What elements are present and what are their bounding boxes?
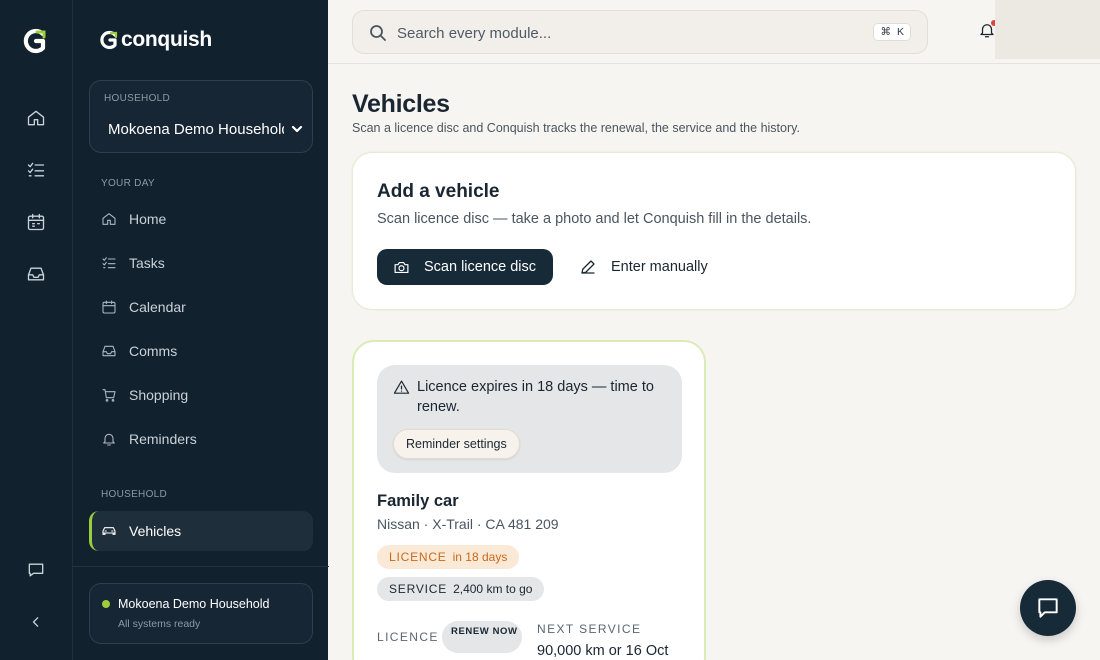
sidebar-item-vehicles[interactable]: Vehicles <box>89 511 313 551</box>
next-service-value: 90,000 km or 16 Oct <box>537 643 669 659</box>
chat-icon <box>28 563 44 577</box>
section-label-household: HOUSEHOLD <box>101 489 168 500</box>
system-status: All systems ready <box>118 618 201 630</box>
page-title: Vehicles <box>352 90 450 118</box>
bell-icon <box>103 433 115 446</box>
sidebar-item-shopping[interactable]: Shopping <box>89 375 313 415</box>
next-service-label: NEXT SERVICE <box>537 622 642 636</box>
sidebar-item-calendar[interactable]: Calendar <box>89 287 313 327</box>
vehicle-card[interactable]: Licence expires in 18 days — time to ren… <box>352 340 706 660</box>
alert-message: Licence expires in 18 days — time to ren… <box>417 379 654 415</box>
sidebar-item-label: Vehicles <box>129 523 182 539</box>
household-select-label: HOUSEHOLD <box>104 93 171 104</box>
shortcut-hint: ⌘ K <box>873 23 911 41</box>
topbar: ⌘ K <box>328 0 1100 64</box>
page-subtitle: Scan a licence disc and Conquish tracks … <box>352 121 800 135</box>
reminder-settings-button[interactable]: Reminder settings <box>393 429 520 459</box>
sidebar-item-home[interactable]: Home <box>89 199 313 239</box>
chat-icon <box>1038 598 1058 618</box>
service-status-chip: SERVICE 2,400 km to go <box>377 577 545 601</box>
profile-area[interactable] <box>995 0 1100 59</box>
tasks-icon <box>27 162 45 177</box>
sidebar-item-label: Reminders <box>129 431 197 447</box>
inbox-icon <box>27 267 45 281</box>
chip-key: SERVICE <box>389 582 448 596</box>
brand-name: conquish <box>121 28 212 51</box>
search-input[interactable] <box>397 21 817 45</box>
command-key: ⌘ <box>880 26 891 38</box>
car-icon <box>102 527 116 535</box>
rail-tasks-button[interactable] <box>24 158 48 182</box>
rail-collapse-button[interactable] <box>24 610 48 634</box>
enter-manually-label: Enter manually <box>611 259 708 275</box>
chip-key: LICENCE <box>389 550 447 564</box>
rail-inbox-button[interactable] <box>24 262 48 286</box>
chevron-left-icon <box>32 617 39 627</box>
sidebar-item-label: Comms <box>129 343 178 359</box>
inbox-icon <box>102 345 116 357</box>
home-icon <box>102 213 116 225</box>
calendar-icon <box>102 300 116 314</box>
licence-status-chip: LICENCE in 18 days <box>377 545 520 569</box>
status-dot <box>102 600 110 608</box>
household-select[interactable]: HOUSEHOLD Mokoena Demo Household <box>89 80 313 153</box>
shortcut-key: K <box>896 26 904 38</box>
pencil-icon <box>581 260 595 274</box>
search-bar[interactable]: ⌘ K <box>352 10 928 54</box>
sidebar-item-comms[interactable]: Comms <box>89 331 313 371</box>
add-vehicle-card: Add a vehicle Scan licence disc — take a… <box>352 152 1076 310</box>
home-icon <box>27 110 45 126</box>
conquish-logo-icon[interactable] <box>22 28 48 54</box>
scan-licence-disc-button[interactable]: Scan licence disc <box>377 249 553 285</box>
vehicle-meta: Nissan · X-Trail · CA 481 209 <box>377 516 559 532</box>
add-vehicle-title: Add a vehicle <box>377 181 500 202</box>
sidebar-item-label: Shopping <box>129 387 189 403</box>
brand[interactable]: conquish <box>99 28 212 52</box>
cart-icon <box>102 389 116 402</box>
renew-now-badge: RENEW NOW <box>442 621 522 653</box>
sidebar-item-label: Home <box>129 211 167 227</box>
calendar-icon <box>27 213 45 231</box>
licence-label: LICENCE <box>377 630 439 644</box>
scan-label: Scan licence disc <box>424 259 537 275</box>
chip-value: 2,400 km to go <box>453 582 533 596</box>
sidebar-divider <box>73 566 329 567</box>
sidebar-item-reminders[interactable]: Reminders <box>89 419 313 459</box>
rail-chat-button[interactable] <box>24 558 48 582</box>
add-vehicle-description: Scan licence disc — take a photo and let… <box>377 211 812 227</box>
tasks-icon <box>102 257 116 269</box>
camera-icon <box>394 261 409 273</box>
household-status-card[interactable]: Mokoena Demo Household All systems ready <box>89 583 313 644</box>
sidebar-item-label: Calendar <box>129 299 186 315</box>
licence-alert: Licence expires in 18 days — time to ren… <box>377 365 682 473</box>
rail-calendar-button[interactable] <box>24 210 48 234</box>
household-name: Mokoena Demo Household <box>118 597 270 611</box>
chip-value: in 18 days <box>452 550 508 564</box>
rail-home-button[interactable] <box>24 106 48 130</box>
household-select-value: Mokoena Demo Household <box>108 121 284 138</box>
enter-manually-button[interactable]: Enter manually <box>579 249 708 285</box>
conquish-logo-icon <box>100 30 118 50</box>
chevron-down-icon <box>290 122 304 136</box>
icon-rail <box>0 0 72 660</box>
warning-icon <box>393 379 411 397</box>
sidebar-item-label: Tasks <box>129 255 165 271</box>
sidebar: conquish HOUSEHOLD Mokoena Demo Househol… <box>72 0 329 660</box>
sidebar-item-tasks[interactable]: Tasks <box>89 243 313 283</box>
vehicle-name: Family car <box>377 492 459 510</box>
chat-button[interactable] <box>1020 580 1076 636</box>
section-label-your-day: YOUR DAY <box>101 178 155 189</box>
search-icon <box>369 24 387 42</box>
